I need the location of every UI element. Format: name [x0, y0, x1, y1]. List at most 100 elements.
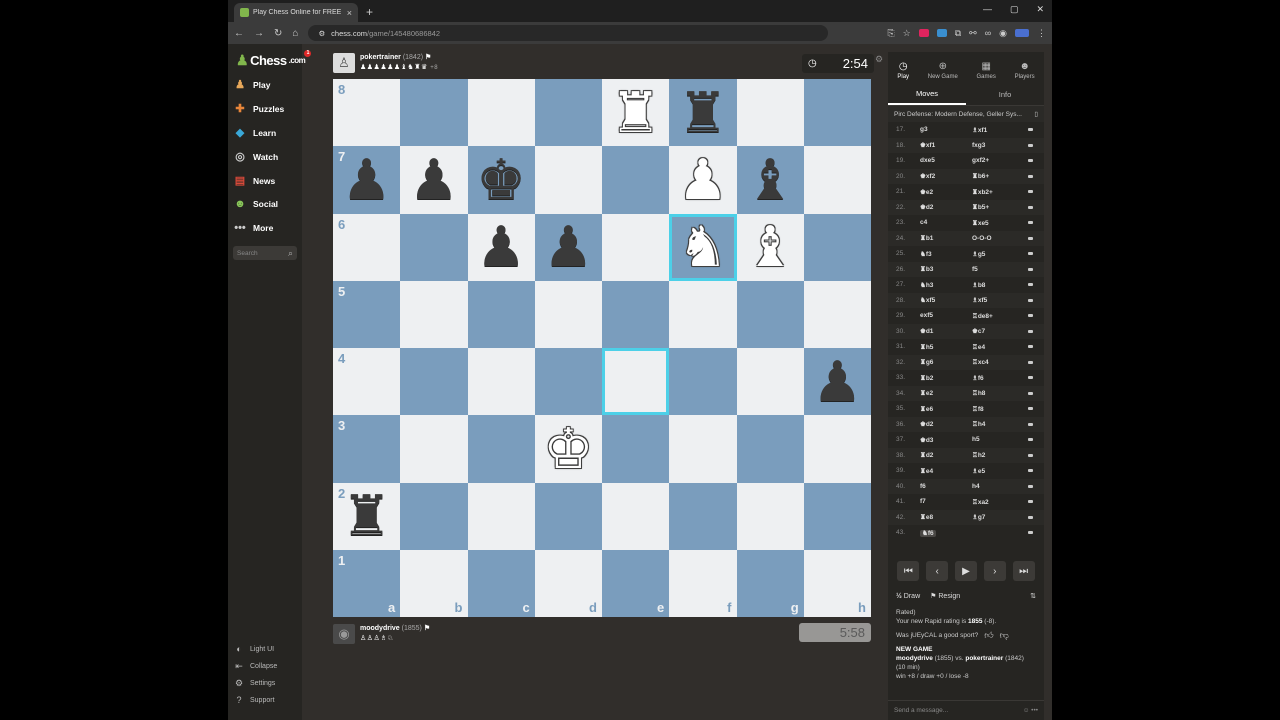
- square-d1[interactable]: d: [534, 549, 602, 617]
- square-g7[interactable]: ♝: [736, 146, 804, 214]
- square-d6[interactable]: ♟: [534, 213, 602, 281]
- black-rook-icon[interactable]: ♜: [678, 84, 728, 141]
- square-b7[interactable]: ♟: [400, 146, 468, 214]
- square-h3[interactable]: [803, 415, 871, 483]
- black-bishop-icon[interactable]: ♝: [745, 151, 795, 208]
- tab-play[interactable]: ◷ Play: [897, 61, 909, 80]
- square-a1[interactable]: 1a: [333, 549, 401, 617]
- square-a4[interactable]: 4: [333, 348, 401, 416]
- white-move[interactable]: ♚d2: [920, 203, 972, 211]
- square-a2[interactable]: 2 ♜: [333, 482, 401, 550]
- avatar[interactable]: ◉: [333, 624, 355, 644]
- top-player-name[interactable]: pokertrainer (1842) ⚑: [360, 53, 438, 61]
- square-d3[interactable]: ♚: [534, 415, 602, 483]
- black-move[interactable]: ♚c7: [972, 327, 1024, 335]
- white-move[interactable]: ♞h3: [920, 281, 972, 289]
- back-icon[interactable]: ←: [234, 28, 244, 39]
- square-b8[interactable]: [400, 79, 468, 147]
- black-move[interactable]: ♗g7: [972, 513, 1024, 521]
- white-move[interactable]: g3: [920, 126, 972, 133]
- install-icon[interactable]: ⎘: [887, 28, 894, 39]
- black-move[interactable]: ♜xb2+: [972, 188, 1024, 196]
- square-a8[interactable]: 8: [333, 79, 401, 147]
- adblock-extension-icon[interactable]: [918, 29, 929, 37]
- black-move[interactable]: O-O-O: [972, 235, 1024, 242]
- black-move[interactable]: ♜xe5: [972, 219, 1024, 227]
- square-e6[interactable]: [602, 213, 670, 281]
- white-pawn-icon[interactable]: ♟: [678, 151, 728, 208]
- white-move[interactable]: ♜e4: [920, 467, 972, 475]
- black-move[interactable]: ♗xf5: [972, 296, 1024, 304]
- square-h1[interactable]: h: [803, 549, 871, 617]
- square-f4[interactable]: [669, 348, 737, 416]
- white-move[interactable]: ♜b3: [920, 265, 972, 273]
- square-d2[interactable]: [534, 482, 602, 550]
- square-h7[interactable]: [803, 146, 871, 214]
- square-f7[interactable]: ♟: [669, 146, 737, 214]
- forward-icon[interactable]: →: [254, 28, 264, 39]
- black-pawn-icon[interactable]: ♟: [812, 353, 862, 410]
- white-move[interactable]: c4: [920, 219, 972, 226]
- maximize-icon[interactable]: ▢: [1010, 4, 1019, 15]
- white-move[interactable]: ♞f6: [920, 529, 972, 537]
- collapse-button[interactable]: ⇤ Collapse: [234, 661, 277, 672]
- square-b2[interactable]: [400, 482, 468, 550]
- white-move[interactable]: ♜g6: [920, 358, 972, 366]
- white-move[interactable]: ♚xf1: [920, 141, 972, 149]
- square-b5[interactable]: [400, 280, 468, 348]
- square-b4[interactable]: [400, 348, 468, 416]
- square-e2[interactable]: [602, 482, 670, 550]
- square-f8[interactable]: ♜: [669, 79, 737, 147]
- black-move[interactable]: ♖e4: [972, 343, 1024, 351]
- next-move-button[interactable]: ›: [983, 561, 1006, 581]
- square-d5[interactable]: [534, 280, 602, 348]
- tab-moves[interactable]: Moves: [888, 84, 966, 105]
- chat-more-icon[interactable]: •••: [1031, 707, 1038, 714]
- square-h5[interactable]: [803, 280, 871, 348]
- square-b1[interactable]: b: [400, 549, 468, 617]
- black-move[interactable]: ♗xf1: [972, 126, 1024, 134]
- book-icon[interactable]: ▯: [1034, 110, 1038, 118]
- black-move[interactable]: ♖xa2: [972, 498, 1024, 506]
- square-c8[interactable]: [467, 79, 535, 147]
- square-c7[interactable]: ♚: [467, 146, 535, 214]
- sidebar-item-social[interactable]: ☻ Social: [234, 198, 278, 210]
- square-h6[interactable]: [803, 213, 871, 281]
- black-move[interactable]: ♖h8: [972, 389, 1024, 397]
- white-move[interactable]: ♞f3: [920, 250, 972, 258]
- black-move[interactable]: ♖xc4: [972, 358, 1024, 366]
- white-move[interactable]: ♜d2: [920, 451, 972, 459]
- sidebar-item-news[interactable]: ▤ News: [234, 175, 275, 187]
- black-move[interactable]: ♖f8: [972, 405, 1024, 413]
- square-h4[interactable]: ♟: [803, 348, 871, 416]
- white-move[interactable]: f6: [920, 483, 972, 490]
- black-move[interactable]: f5: [972, 266, 1024, 273]
- sidebar-item-play[interactable]: ♟ Play: [234, 79, 270, 91]
- square-a6[interactable]: 6: [333, 213, 401, 281]
- square-g5[interactable]: [736, 280, 804, 348]
- site-info-icon[interactable]: ⚙: [318, 29, 325, 38]
- square-h8[interactable]: [803, 79, 871, 147]
- square-g1[interactable]: g: [736, 549, 804, 617]
- white-move[interactable]: ♚e2: [920, 188, 972, 196]
- search-icon[interactable]: ⌕: [288, 248, 293, 259]
- square-e4[interactable]: [602, 348, 670, 416]
- square-g2[interactable]: [736, 482, 804, 550]
- white-bishop-icon[interactable]: ♝: [745, 219, 795, 275]
- chat-input[interactable]: Send a message... ☺ •••: [888, 700, 1044, 720]
- square-e3[interactable]: [602, 415, 670, 483]
- square-g6[interactable]: ♝: [736, 213, 804, 281]
- square-c2[interactable]: [467, 482, 535, 550]
- square-c5[interactable]: [467, 280, 535, 348]
- black-move[interactable]: ♖h2: [972, 451, 1024, 459]
- white-move[interactable]: ♜e2: [920, 389, 972, 397]
- square-a3[interactable]: 3: [333, 415, 401, 483]
- black-move[interactable]: ♗b8: [972, 281, 1024, 289]
- white-move[interactable]: ♜h5: [920, 343, 972, 351]
- black-move[interactable]: ♗e5: [972, 467, 1024, 475]
- black-move[interactable]: fxg3: [972, 142, 1024, 149]
- close-window-icon[interactable]: ✕: [1036, 4, 1044, 15]
- move-list[interactable]: 17. g3 ♗xf1 18. ♚xf1 fxg3 19. dxe5 gxf2+ 20. ♚xf2 ♜…: [888, 122, 1044, 552]
- menu-dots-icon[interactable]: ⋮: [1037, 28, 1046, 39]
- black-pawn-icon[interactable]: ♟: [409, 151, 459, 208]
